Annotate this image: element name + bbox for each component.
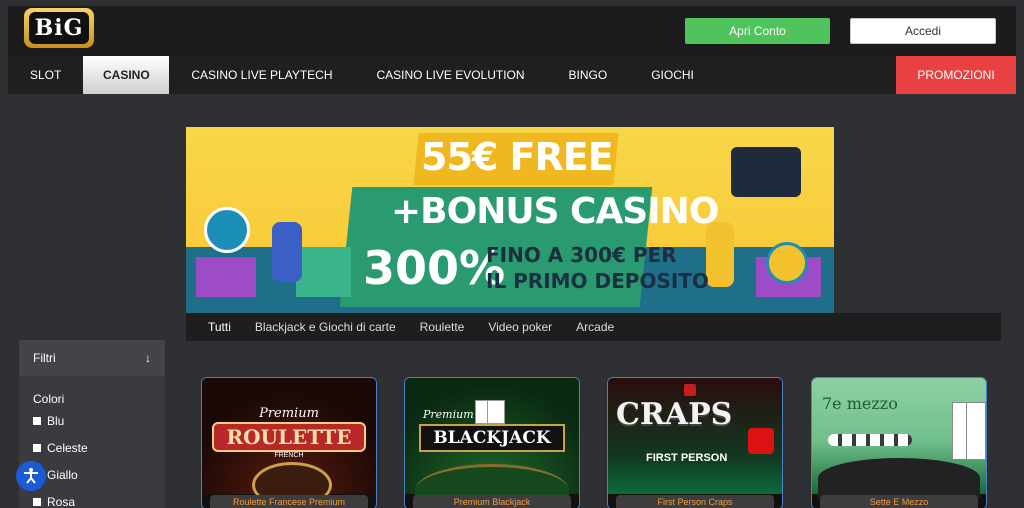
game-card-sette-e-mezzo[interactable]: 7e mezzo Sette E Mezzo — [811, 377, 987, 508]
checkbox[interactable] — [33, 498, 41, 506]
big-logo[interactable]: BiG — [24, 8, 94, 48]
filter-option-rosa[interactable]: Rosa — [33, 495, 151, 508]
login-button[interactable]: Accedi — [850, 18, 996, 44]
accessibility-icon — [24, 468, 38, 484]
tab-arcade[interactable]: Arcade — [564, 313, 626, 341]
game-art-title: ROULETTE — [212, 422, 366, 452]
promo-banner[interactable]: 55€ FREE +BONUS CASINO 300% FINO A 300€ … — [186, 127, 834, 313]
filter-option-label: Celeste — [47, 441, 88, 455]
game-title: Premium Blackjack — [413, 495, 571, 508]
banner-offer-line1: FINO A 300€ PER — [486, 243, 677, 267]
filters-title: Filtri — [33, 351, 56, 365]
dice-icon — [748, 428, 774, 454]
tab-video-poker[interactable]: Video poker — [476, 313, 564, 341]
banner-offer-percent: 300% — [363, 241, 506, 295]
playing-cards-icon — [966, 402, 986, 460]
game-title: Sette E Mezzo — [820, 495, 978, 508]
tab-tutti[interactable]: Tutti — [196, 313, 243, 341]
game-thumbnail: Premium BLACKJACK — [405, 378, 579, 508]
nav-item-giochi[interactable]: GIOCHI — [629, 56, 716, 94]
game-art-title: 7e mezzo — [822, 394, 898, 413]
game-thumbnail: Premium ROULETTE FRENCH — [202, 378, 376, 508]
accessibility-button[interactable] — [16, 461, 46, 491]
chips-icon — [828, 434, 912, 446]
nav-item-promozioni[interactable]: PROMOZIONI — [896, 56, 1016, 94]
gift-box-icon — [296, 247, 351, 297]
category-tabs: Tutti Blackjack e Giochi di carte Roulet… — [186, 313, 1001, 341]
nav-item-slot[interactable]: SLOT — [8, 56, 83, 94]
filter-option-blu[interactable]: Blu — [33, 414, 151, 428]
coin-icon — [766, 242, 808, 284]
person-illustration — [272, 222, 302, 282]
checkbox[interactable] — [33, 444, 41, 452]
tab-roulette[interactable]: Roulette — [408, 313, 477, 341]
main-nav: SLOT CASINO CASINO LIVE PLAYTECH CASINO … — [8, 56, 1016, 94]
game-art-title: CRAPS — [616, 397, 733, 432]
filter-option-celeste[interactable]: Celeste — [33, 441, 151, 455]
game-card-craps[interactable]: CRAPS FIRST PERSON First Person Craps — [607, 377, 783, 508]
game-art-title: BLACKJACK — [419, 424, 565, 452]
filters-header[interactable]: Filtri ↓ — [19, 340, 165, 376]
game-title: Roulette Francese Premium — [210, 495, 368, 508]
tab-blackjack[interactable]: Blackjack e Giochi di carte — [243, 313, 408, 341]
table-icon — [818, 458, 980, 498]
game-art-subtitle: FIRST PERSON — [646, 452, 728, 464]
playing-cards-icon — [487, 400, 505, 424]
game-art-subtitle: Premium — [423, 408, 474, 421]
banner-headline: 55€ FREE — [421, 135, 614, 179]
banner-offer: 300% FINO A 300€ PER IL PRIMO DEPOSITO — [358, 237, 709, 305]
nav-item-casino[interactable]: CASINO — [83, 56, 170, 94]
coin-icon — [204, 207, 250, 253]
game-thumbnail: 7e mezzo — [812, 378, 986, 498]
nav-item-bingo[interactable]: BINGO — [547, 56, 630, 94]
filter-option-label: Giallo — [47, 468, 78, 482]
game-art-subtitle: Premium — [259, 406, 319, 421]
slot-machine-icon — [731, 147, 801, 197]
banner-subheadline: +BONUS CASINO — [391, 191, 719, 232]
arrow-down-icon: ↓ — [145, 351, 151, 365]
open-account-button[interactable]: Apri Conto — [685, 18, 830, 44]
game-card-blackjack[interactable]: Premium BLACKJACK Premium Blackjack — [404, 377, 580, 508]
logo-text: BiG — [28, 12, 90, 44]
checkbox[interactable] — [33, 417, 41, 425]
game-art-tag: FRENCH — [274, 452, 304, 459]
game-card-roulette[interactable]: Premium ROULETTE FRENCH Roulette Frances… — [201, 377, 377, 508]
filter-option-label: Blu — [47, 414, 65, 428]
game-thumbnail: CRAPS FIRST PERSON — [608, 378, 782, 494]
filter-option-label: Rosa — [47, 495, 76, 508]
banner-offer-line2: IL PRIMO DEPOSITO — [486, 269, 709, 293]
colors-title: Colori — [33, 392, 65, 406]
filter-option-giallo[interactable]: Giallo — [33, 468, 151, 482]
nav-item-casino-live-playtech[interactable]: CASINO LIVE PLAYTECH — [169, 56, 354, 94]
dice-icon — [684, 384, 696, 396]
game-title: First Person Craps — [616, 495, 774, 508]
page: BiG Apri Conto Accedi SLOT CASINO CASINO… — [0, 0, 1024, 508]
gift-box-icon — [196, 257, 256, 297]
nav-item-casino-live-evolution[interactable]: CASINO LIVE EVOLUTION — [355, 56, 547, 94]
